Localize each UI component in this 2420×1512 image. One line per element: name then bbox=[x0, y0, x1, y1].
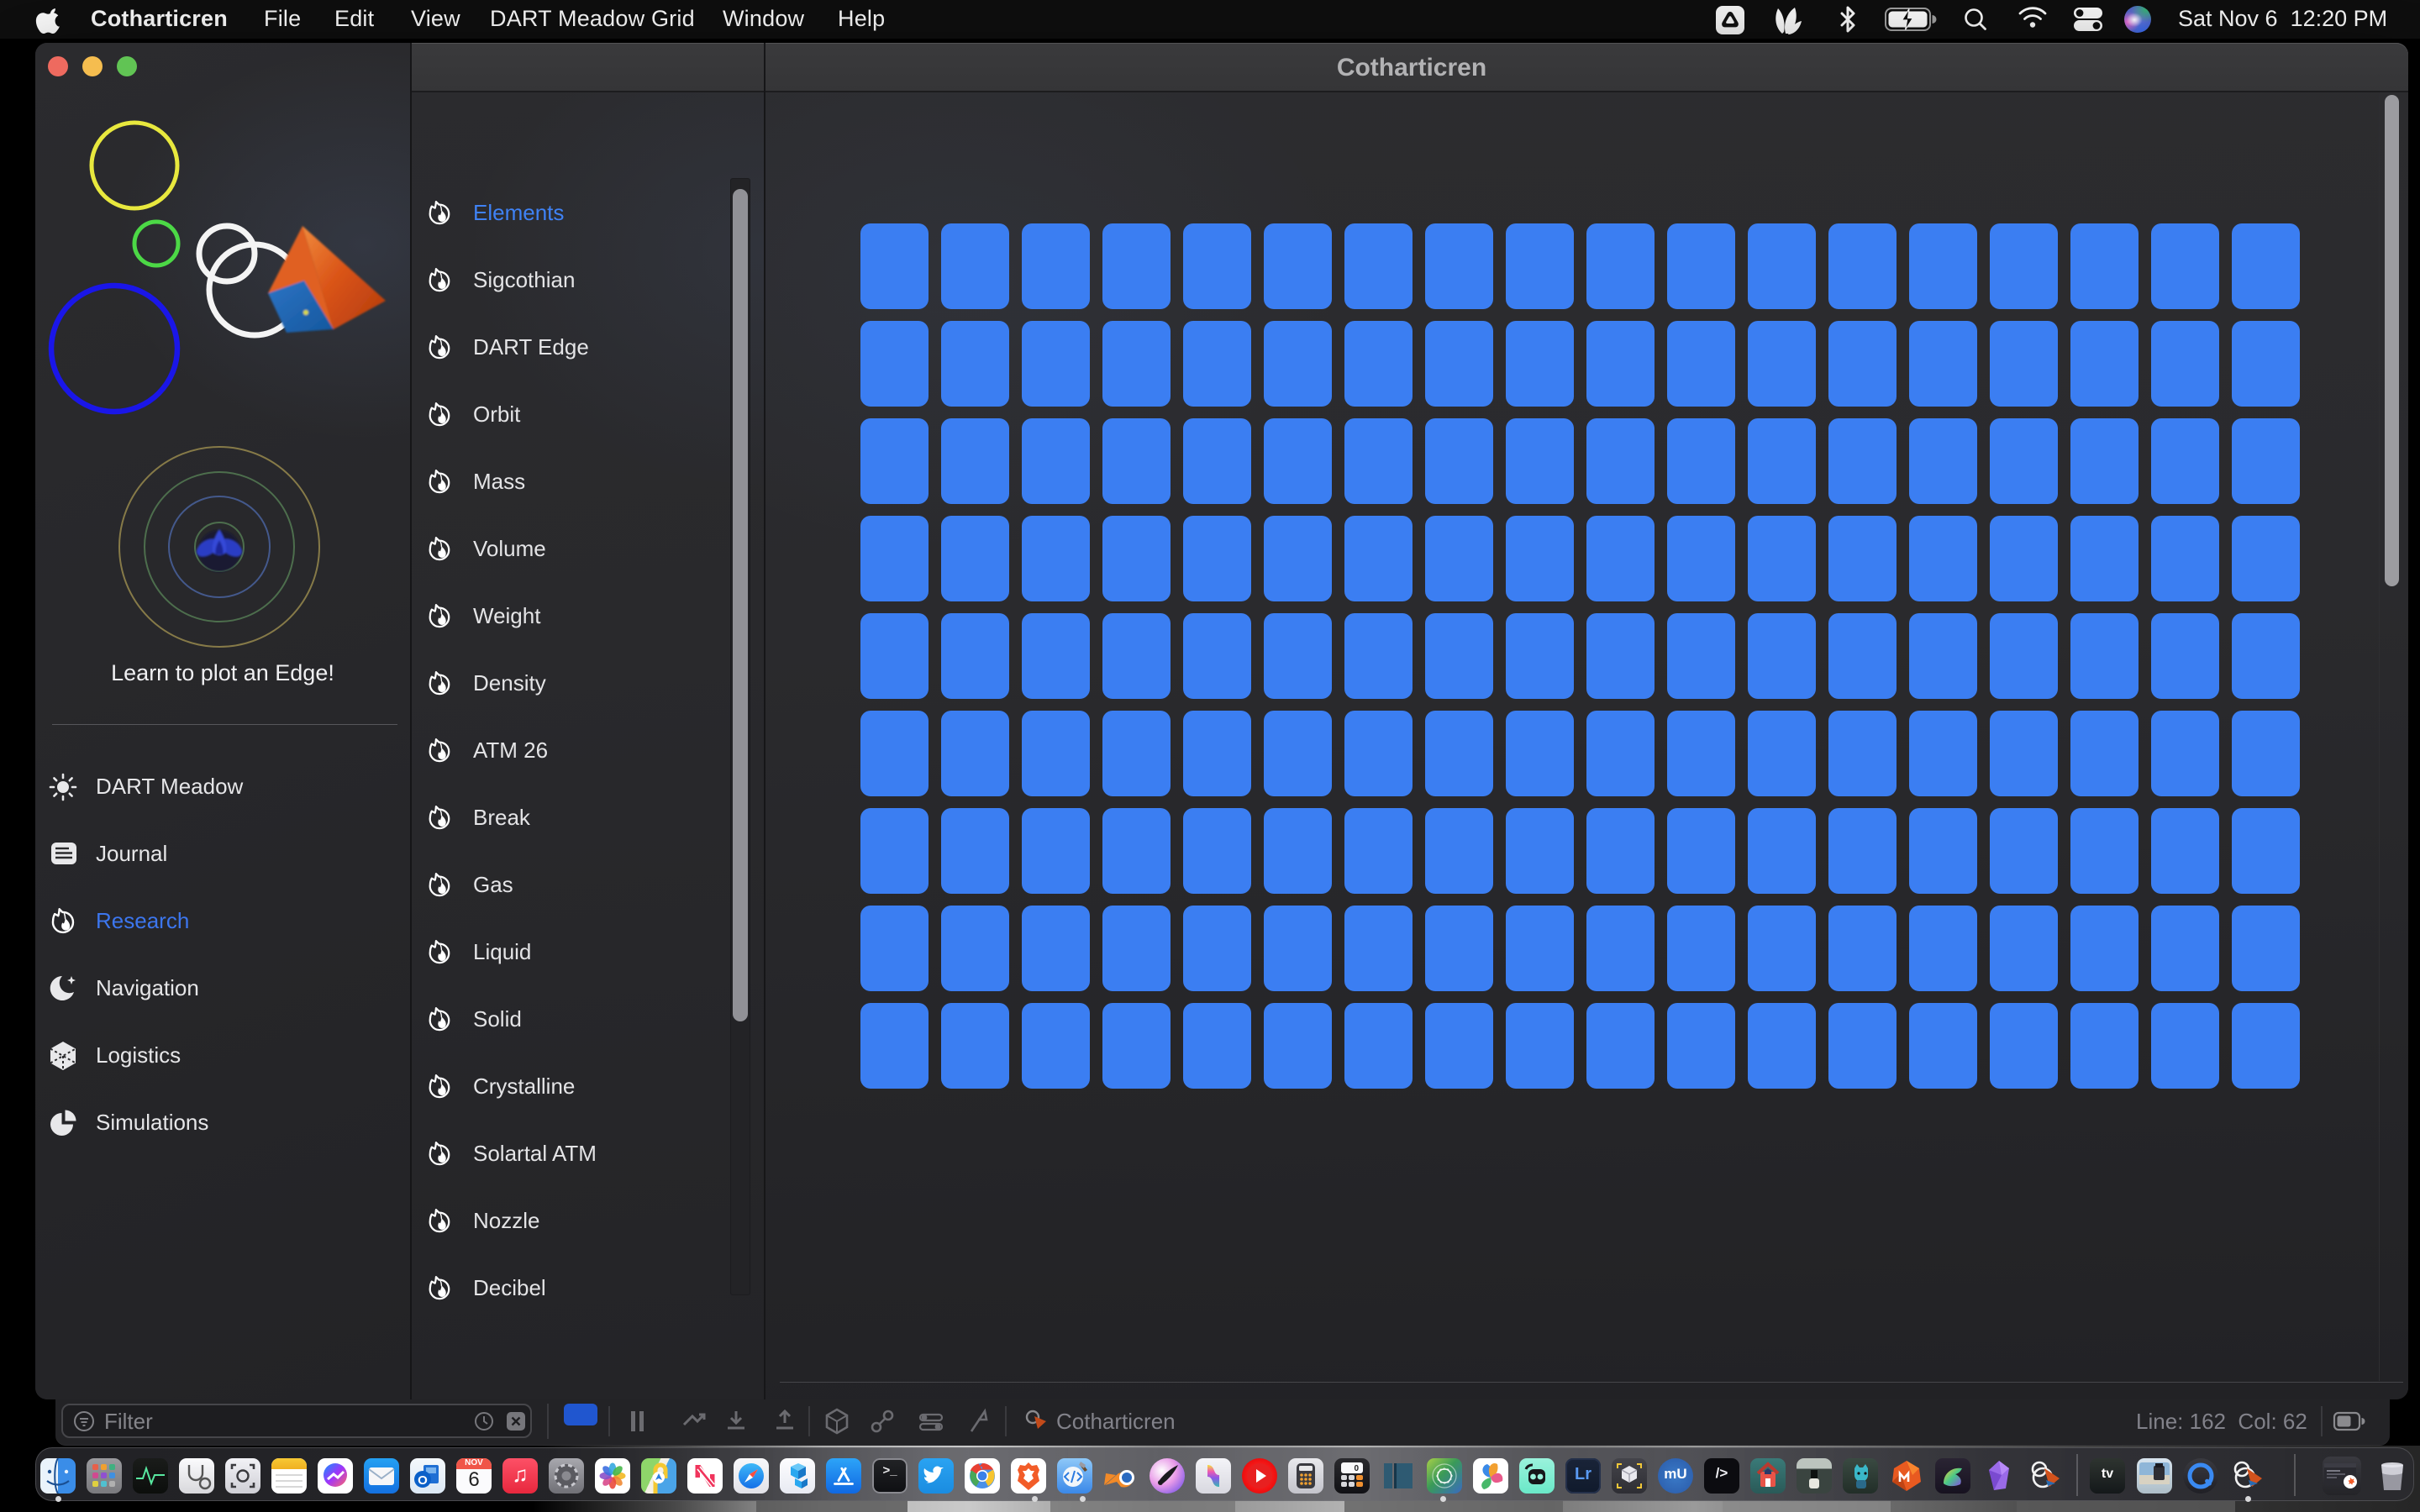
svg-text:O: O bbox=[418, 1473, 428, 1488]
svg-text:0: 0 bbox=[1354, 1464, 1359, 1473]
